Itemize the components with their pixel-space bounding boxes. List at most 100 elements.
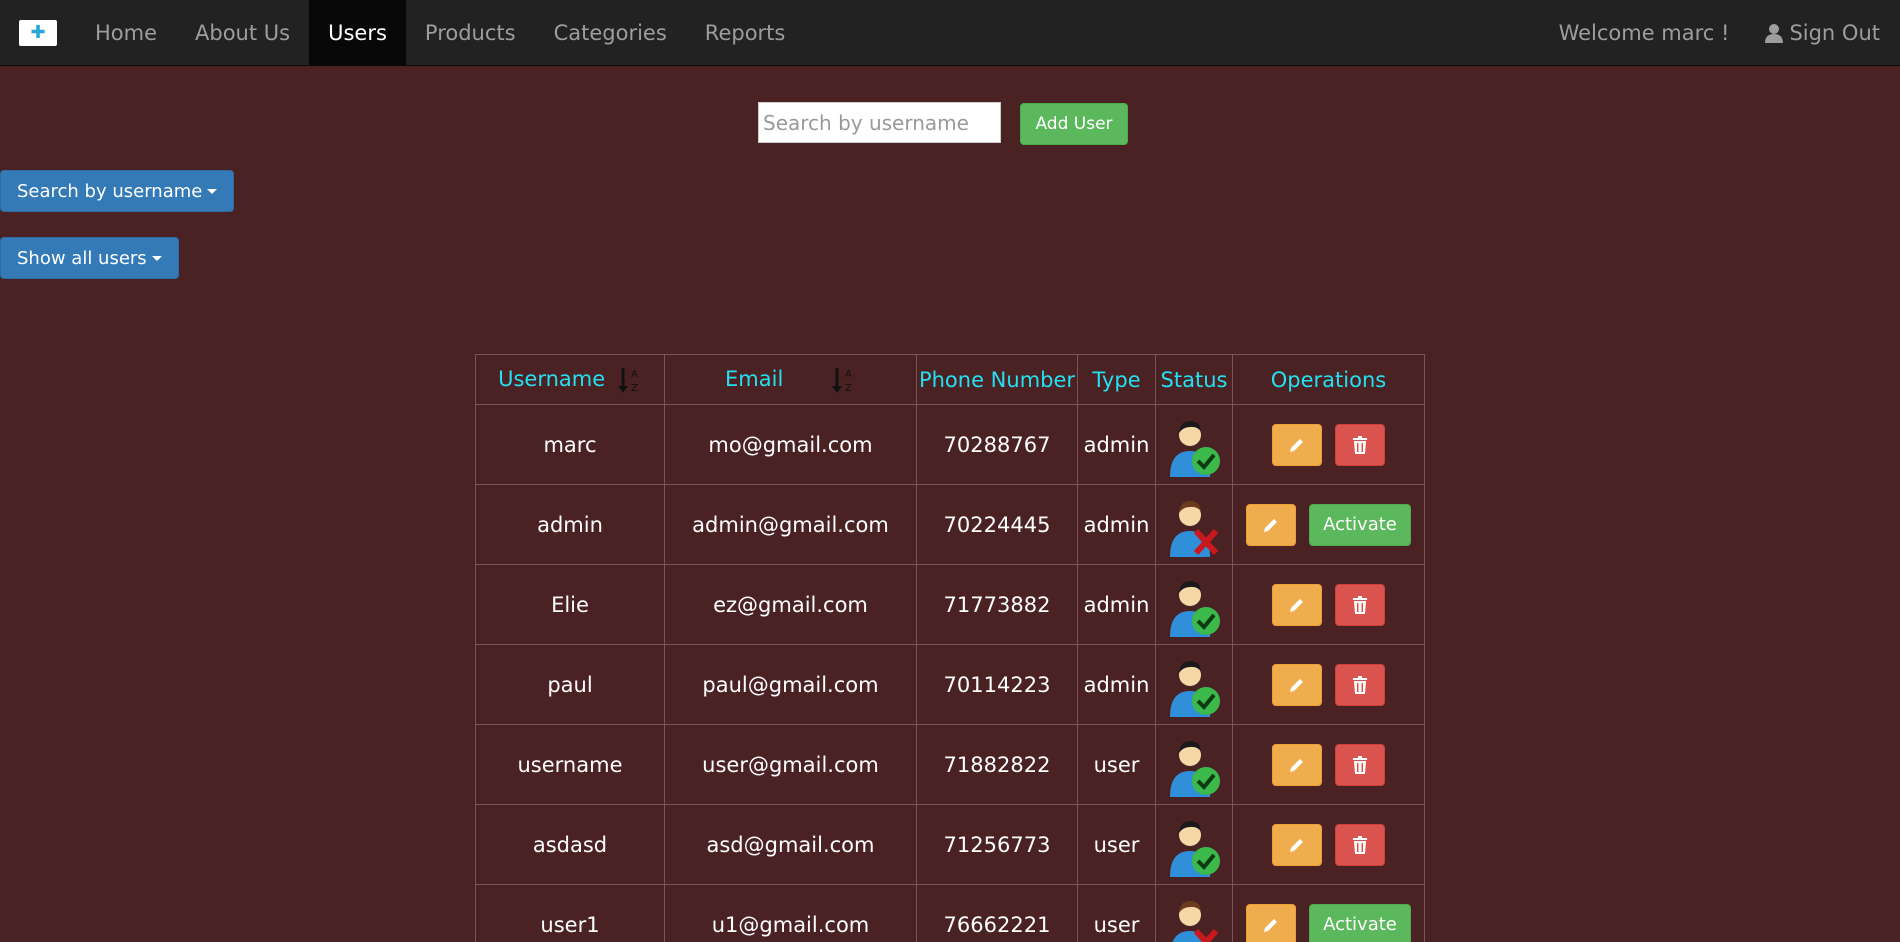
table-header-row: Username A Z Email A Z Phone Number Type… bbox=[475, 354, 1425, 405]
cell-status bbox=[1155, 644, 1233, 725]
search-input[interactable] bbox=[758, 102, 1001, 143]
activate-button[interactable]: Activate bbox=[1309, 903, 1411, 942]
header-email[interactable]: Email A Z bbox=[664, 354, 917, 405]
svg-text:Z: Z bbox=[631, 383, 638, 394]
user-icon bbox=[1765, 23, 1784, 43]
trash-icon bbox=[1353, 595, 1367, 614]
cell-phone: 70224445 bbox=[916, 484, 1078, 565]
table-row: admin admin@gmail.com 70224445 admin Act… bbox=[475, 484, 1425, 565]
nav-list: Home About Us Users Products Categories … bbox=[76, 0, 804, 65]
table-row: user1 u1@gmail.com 76662221 user Activat… bbox=[475, 884, 1425, 942]
operations-group: Activate bbox=[1233, 503, 1424, 546]
user-inactive-icon bbox=[1170, 500, 1219, 557]
sign-out-link[interactable]: Sign Out bbox=[1765, 21, 1880, 45]
nav-item-home[interactable]: Home bbox=[76, 0, 176, 65]
cell-email: asd@gmail.com bbox=[664, 804, 917, 885]
nav-item-categories[interactable]: Categories bbox=[535, 0, 686, 65]
sort-alpha-icon[interactable]: A Z bbox=[831, 366, 856, 394]
sort-alpha-icon[interactable]: A Z bbox=[617, 366, 642, 394]
operations-group bbox=[1233, 583, 1424, 626]
caret-down-icon bbox=[207, 188, 218, 194]
cell-email: admin@gmail.com bbox=[664, 484, 917, 565]
cell-status bbox=[1155, 884, 1233, 942]
cell-status bbox=[1155, 724, 1233, 805]
delete-button[interactable] bbox=[1335, 663, 1385, 706]
table-row: marc mo@gmail.com 70288767 admin bbox=[475, 404, 1425, 485]
user-inactive-icon bbox=[1172, 900, 1219, 942]
delete-button[interactable] bbox=[1335, 743, 1385, 786]
trash-icon bbox=[1353, 435, 1367, 454]
add-user-button[interactable]: Add User bbox=[1020, 103, 1128, 145]
search-filter-dropdown[interactable]: Search by username bbox=[0, 170, 235, 212]
cell-status bbox=[1155, 404, 1233, 485]
cell-type: user bbox=[1077, 884, 1156, 942]
users-table: Username A Z Email A Z Phone Number Type… bbox=[475, 354, 1425, 942]
cell-username: marc bbox=[475, 404, 665, 485]
sign-out-label: Sign Out bbox=[1789, 20, 1880, 45]
cell-phone: 70114223 bbox=[916, 644, 1078, 725]
user-active-icon bbox=[1170, 820, 1220, 877]
cell-type: user bbox=[1077, 804, 1156, 885]
edit-button[interactable] bbox=[1272, 423, 1322, 466]
cell-operations bbox=[1232, 404, 1425, 485]
nav-item-reports[interactable]: Reports bbox=[686, 0, 805, 65]
operations-group bbox=[1233, 743, 1424, 786]
nav-item-users[interactable]: Users bbox=[309, 0, 406, 65]
cell-username: user1 bbox=[475, 884, 665, 942]
nav-right: Welcome marc ! Sign Out bbox=[1559, 0, 1900, 65]
cell-status bbox=[1155, 484, 1233, 565]
cell-operations bbox=[1232, 804, 1425, 885]
caret-down-icon bbox=[151, 255, 162, 261]
operations-group bbox=[1233, 823, 1424, 866]
cell-status bbox=[1155, 564, 1233, 645]
pencil-icon bbox=[1290, 758, 1303, 772]
nav-item-products[interactable]: Products bbox=[406, 0, 535, 65]
cell-operations bbox=[1232, 644, 1425, 725]
cell-phone: 71773882 bbox=[916, 564, 1078, 645]
cell-type: user bbox=[1077, 724, 1156, 805]
svg-text:A: A bbox=[631, 369, 638, 380]
header-username-label: Username bbox=[498, 366, 606, 391]
pencil-icon bbox=[1290, 598, 1303, 612]
delete-button[interactable] bbox=[1335, 423, 1385, 466]
header-email-label: Email bbox=[725, 366, 784, 391]
table-row: Elie ez@gmail.com 71773882 admin bbox=[475, 564, 1425, 645]
brand-logo-link[interactable]: ✚ bbox=[0, 0, 76, 65]
cell-username: admin bbox=[475, 484, 665, 565]
svg-text:A: A bbox=[845, 369, 852, 380]
user-active-icon bbox=[1170, 420, 1220, 477]
cell-username: asdasd bbox=[475, 804, 665, 885]
cell-type: admin bbox=[1077, 484, 1156, 565]
cell-phone: 71882822 bbox=[916, 724, 1078, 805]
edit-button[interactable] bbox=[1272, 663, 1322, 706]
cell-username: Elie bbox=[475, 564, 665, 645]
user-filter-dropdown[interactable]: Show all users bbox=[0, 237, 179, 279]
delete-button[interactable] bbox=[1335, 823, 1385, 866]
table-row: paul paul@gmail.com 70114223 admin bbox=[475, 644, 1425, 725]
header-username[interactable]: Username A Z bbox=[475, 354, 665, 405]
activate-button[interactable]: Activate bbox=[1309, 503, 1411, 546]
delete-button[interactable] bbox=[1335, 583, 1385, 626]
navbar: ✚ Home About Us Users Products Categorie… bbox=[0, 0, 1900, 66]
edit-button[interactable] bbox=[1246, 903, 1296, 942]
operations-group bbox=[1233, 423, 1424, 466]
pencil-icon bbox=[1290, 678, 1303, 692]
pharmacy-logo-icon: ✚ bbox=[19, 19, 57, 46]
nav-item-about-us[interactable]: About Us bbox=[176, 0, 309, 65]
user-filter-label: Show all users bbox=[17, 247, 147, 269]
cell-email: mo@gmail.com bbox=[664, 404, 917, 485]
pencil-icon bbox=[1290, 838, 1303, 852]
edit-button[interactable] bbox=[1246, 503, 1296, 546]
cell-email: u1@gmail.com bbox=[664, 884, 917, 942]
edit-button[interactable] bbox=[1272, 583, 1322, 626]
user-active-icon bbox=[1170, 580, 1220, 637]
trash-icon bbox=[1353, 835, 1367, 854]
edit-button[interactable] bbox=[1272, 823, 1322, 866]
user-active-icon bbox=[1170, 660, 1220, 717]
operations-group bbox=[1233, 663, 1424, 706]
cell-operations bbox=[1232, 564, 1425, 645]
table-row: asdasd asd@gmail.com 71256773 user bbox=[475, 804, 1425, 885]
edit-button[interactable] bbox=[1272, 743, 1322, 786]
cell-type: admin bbox=[1077, 644, 1156, 725]
user-active-icon bbox=[1170, 740, 1220, 797]
